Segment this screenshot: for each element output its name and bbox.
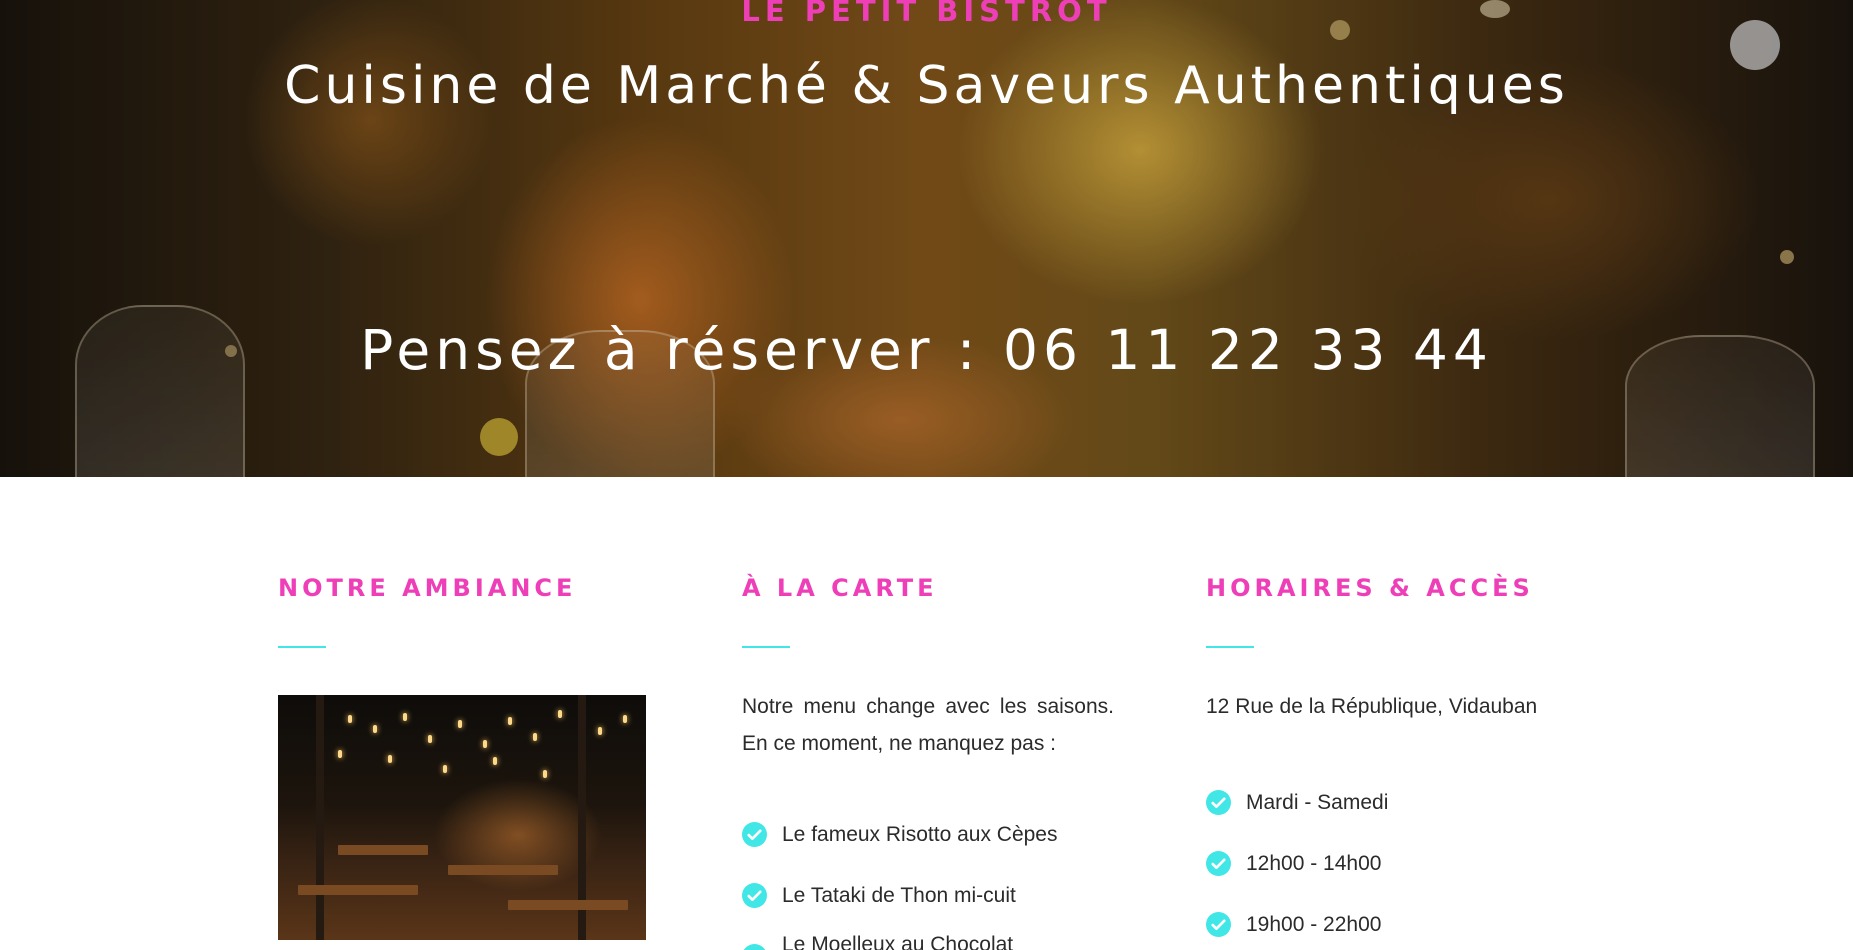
pendant-light [558, 710, 562, 718]
check-circle-icon [743, 944, 766, 950]
check-circle-icon [1206, 912, 1231, 937]
list-item: Le Tataki de Thon mi-cuit [742, 865, 1114, 926]
photo-table [508, 900, 628, 910]
ambiance-section: NOTRE AMBIANCE [278, 572, 650, 940]
pendant-light [403, 713, 407, 721]
pendant-light [623, 715, 627, 723]
pendant-light [543, 770, 547, 778]
photo-table [338, 845, 428, 855]
ambiance-heading: NOTRE AMBIANCE [278, 574, 577, 602]
list-item: Le fameux Risotto aux Cèpes [742, 804, 1114, 865]
check-circle-icon [1206, 790, 1231, 815]
heading-divider [1206, 646, 1254, 648]
pendant-light [338, 750, 342, 758]
heading-divider [742, 646, 790, 648]
check-circle-icon [742, 822, 767, 847]
pendant-light [508, 717, 512, 725]
pendant-light [458, 720, 462, 728]
pendant-light [388, 755, 392, 763]
brand-name: LE PETIT BISTROT [741, 0, 1112, 28]
photo-pillar [316, 695, 324, 940]
list-item: Mardi - Samedi [1206, 772, 1578, 833]
list-item: 12h00 - 14h00 [1206, 833, 1578, 894]
pendant-light [348, 715, 352, 723]
pendant-light [493, 757, 497, 765]
horaires-heading: HORAIRES & ACCÈS [1206, 574, 1534, 602]
carte-intro: Notre menu change avec les saisons. En c… [742, 695, 1114, 755]
photo-table [448, 865, 558, 875]
pendant-light [483, 740, 487, 748]
list-item: 19h00 - 22h00 [1206, 894, 1578, 950]
hero-title: Cuisine de Marché & Saveurs Authentiques [284, 56, 1569, 116]
restaurant-interior-photo [278, 695, 646, 940]
pendant-light [443, 765, 447, 773]
list-item-label: 12h00 - 14h00 [1246, 851, 1382, 875]
list-item-label: Mardi - Samedi [1246, 790, 1389, 814]
check-circle-icon [742, 883, 767, 908]
carte-section: À LA CARTE Notre menu change avec les sa… [742, 572, 1114, 950]
list-item: Le Moelleux au Chocolat légendaire [742, 926, 1114, 950]
list-item-label: Le fameux Risotto aux Cèpes [782, 822, 1058, 846]
carte-heading: À LA CARTE [742, 574, 938, 602]
address: 12 Rue de la République, Vidauban [1206, 695, 1538, 718]
check-circle-icon [1206, 851, 1231, 876]
carte-list: Le fameux Risotto aux Cèpes Le Tataki de… [742, 804, 1114, 950]
list-item-label: Le Moelleux au Chocolat légendaire [782, 932, 1014, 950]
reservation-phone[interactable]: Pensez à réserver : 06 11 22 33 44 [0, 318, 1853, 382]
hero-banner: LE PETIT BISTROT Cuisine de Marché & Sav… [0, 0, 1853, 477]
pendant-light [428, 735, 432, 743]
horaires-section: HORAIRES & ACCÈS 12 Rue de la République… [1206, 572, 1578, 950]
pendant-light [598, 727, 602, 735]
pendant-light [373, 725, 377, 733]
pendant-light [533, 733, 537, 741]
list-item-label: 19h00 - 22h00 [1246, 912, 1382, 936]
horaires-list: Mardi - Samedi 12h00 - 14h00 19h00 - 22h… [1206, 772, 1578, 950]
list-item-label: Le Tataki de Thon mi-cuit [782, 883, 1016, 907]
photo-table [298, 885, 418, 895]
heading-divider [278, 646, 326, 648]
